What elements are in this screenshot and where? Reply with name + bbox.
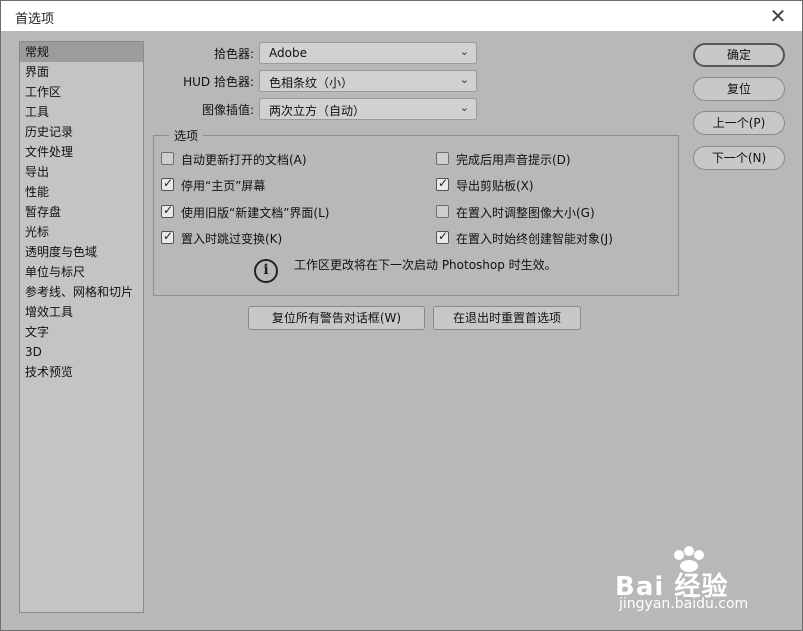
reset-button[interactable]: 复位: [693, 77, 785, 101]
sidebar-item[interactable]: 单位与标尺: [20, 262, 143, 282]
reset-on-quit-button[interactable]: 在退出时重置首选项: [433, 306, 581, 330]
checkbox[interactable]: ✓: [161, 229, 174, 244]
sidebar-item[interactable]: 技术预览: [20, 362, 143, 382]
sidebar-item[interactable]: 历史记录: [20, 122, 143, 142]
sidebar-item[interactable]: 增效工具: [20, 302, 143, 322]
checkbox[interactable]: [436, 152, 449, 165]
preferences-sidebar: 常规 界面 工作区 工具 历史记录 文件处理 导出 性能 暂存盘 光标 透明度与色域 单位与标尺 参考线…: [19, 41, 144, 613]
ok-button[interactable]: 确定: [693, 43, 785, 67]
checkbox[interactable]: [436, 205, 449, 218]
sidebar-item[interactable]: 文字: [20, 322, 143, 342]
close-icon[interactable]: ✕: [768, 6, 788, 26]
chevron-down-icon: ⌄: [459, 73, 469, 86]
color-picker-value: Adobe: [269, 46, 307, 60]
chevron-down-icon: ⌄: [459, 45, 469, 58]
check-icon: ✓: [163, 229, 174, 243]
checkbox-label: 使用旧版“新建文档”界面(L): [181, 206, 330, 220]
checkbox[interactable]: ✓: [436, 229, 449, 244]
sidebar-item[interactable]: 导出: [20, 162, 143, 182]
dialog-title: 首选项: [15, 12, 55, 27]
check-icon: ✓: [438, 176, 449, 190]
prev-button[interactable]: 上一个(P): [693, 111, 785, 135]
image-interpolation-select[interactable]: 两次立方（自动） ⌄: [259, 98, 477, 120]
color-picker-label: 拾色器:: [213, 47, 254, 61]
checkbox[interactable]: ✓: [436, 176, 449, 191]
checkbox-label: 停用“主页”屏幕: [181, 179, 266, 193]
hud-color-picker-value: 色相条纹（小）: [269, 76, 354, 90]
sidebar-item[interactable]: 参考线、网格和切片: [20, 282, 143, 302]
hud-color-picker-label: HUD 拾色器:: [183, 75, 254, 89]
watermark-url: jingyan.baidu.com: [619, 596, 749, 612]
color-picker-select[interactable]: Adobe ⌄: [259, 42, 477, 64]
image-interpolation-label: 图像插值:: [201, 103, 254, 117]
sidebar-item[interactable]: 文件处理: [20, 142, 143, 162]
title-bar: 首选项 ✕: [1, 1, 802, 31]
checkbox[interactable]: ✓: [161, 203, 174, 218]
sidebar-item[interactable]: 透明度与色域: [20, 242, 143, 262]
sidebar-item[interactable]: 工具: [20, 102, 143, 122]
checkbox-label: 自动更新打开的文档(A): [181, 153, 307, 167]
check-icon: ✓: [163, 203, 174, 217]
sidebar-item[interactable]: 界面: [20, 62, 143, 82]
checkbox-label: 在置入时始终创建智能对象(J): [456, 232, 613, 246]
checkbox-label: 导出剪贴板(X): [456, 179, 534, 193]
checkbox-label: 置入时跳过变换(K): [181, 232, 283, 246]
checkbox[interactable]: ✓: [161, 176, 174, 191]
next-button[interactable]: 下一个(N): [693, 146, 785, 170]
sidebar-item[interactable]: 常规: [20, 42, 143, 62]
image-interpolation-value: 两次立方（自动）: [269, 104, 366, 118]
hud-color-picker-select[interactable]: 色相条纹（小） ⌄: [259, 70, 477, 92]
checkbox[interactable]: [161, 152, 174, 165]
chevron-down-icon: ⌄: [459, 101, 469, 114]
preferences-dialog: 首选项 ✕ 常规 界面 工作区 工具 历史记录 文件处理 导出 性能 暂存盘 光标 透明度与色域 单位…: [0, 0, 803, 631]
info-icon: i: [254, 259, 278, 283]
sidebar-item[interactable]: 工作区: [20, 82, 143, 102]
sidebar-item[interactable]: 3D: [20, 342, 143, 362]
baidu-watermark: Bai 经验 jingyan.baidu.com: [615, 546, 765, 616]
options-legend: 选项: [169, 127, 204, 144]
check-icon: ✓: [438, 229, 449, 243]
sidebar-item[interactable]: 暂存盘: [20, 202, 143, 222]
reset-warnings-button[interactable]: 复位所有警告对话框(W): [248, 306, 425, 330]
check-icon: ✓: [163, 176, 174, 190]
checkbox-label: 完成后用声音提示(D): [456, 153, 571, 167]
sidebar-item[interactable]: 光标: [20, 222, 143, 242]
sidebar-item[interactable]: 性能: [20, 182, 143, 202]
info-message: 工作区更改将在下一次启动 Photoshop 时生效。: [294, 258, 557, 272]
checkbox-label: 在置入时调整图像大小(G): [456, 206, 595, 220]
